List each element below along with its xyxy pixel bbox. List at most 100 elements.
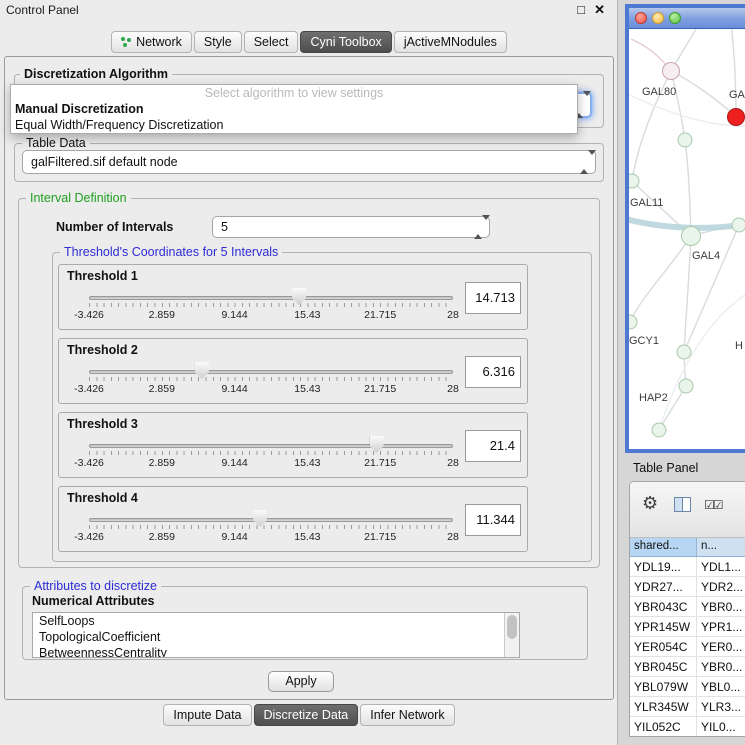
dropdown-placeholder-option[interactable]: Select algorithm to view settings [11, 85, 577, 101]
attribute-list-item[interactable]: BetweennessCentrality [33, 645, 519, 658]
table-row[interactable]: YBL079W YBL0... [630, 677, 745, 697]
tick-label: 21.715 [364, 309, 396, 321]
threshold-panel: Threshold 1 -3.426 2.859 9.144 15.43 21.… [58, 264, 528, 330]
network-window-titlebar[interactable] [629, 8, 745, 29]
tick-label: 28 [447, 309, 459, 321]
checkbox-icons[interactable]: ☑☑ [704, 498, 722, 512]
tick-label: 2.859 [149, 457, 175, 469]
close-icon[interactable]: ✕ [594, 2, 605, 18]
gear-icon[interactable]: ⚙ [642, 494, 658, 512]
tick-label: 2.859 [149, 531, 175, 543]
stepper-icon [474, 217, 483, 237]
attribute-list-item[interactable]: TopologicalCoefficient [33, 629, 519, 645]
number-of-intervals-combobox[interactable]: 5 [212, 216, 490, 238]
tab-label: Select [254, 35, 289, 49]
cell-name: YER0... [697, 637, 745, 656]
scrollbar-thumb[interactable] [507, 615, 517, 639]
column-header-name[interactable]: n... [697, 538, 745, 557]
slider-tick-labels: -3.426 2.859 9.144 15.43 21.715 28 [89, 531, 453, 543]
threshold-value-field[interactable]: 14.713 [465, 282, 521, 314]
table-row[interactable]: YPR145W YPR1... [630, 617, 745, 637]
algorithm-dropdown-popup: Select algorithm to view settings Manual… [10, 84, 578, 134]
tick-label: 9.144 [221, 309, 247, 321]
top-tab[interactable]: jActiveMNodules [394, 31, 507, 53]
tick-label: 15.43 [294, 383, 320, 395]
network-node[interactable] [679, 379, 694, 394]
screen: Control Panel □ ✕ Network Style [0, 0, 745, 745]
network-node[interactable] [681, 226, 701, 246]
bottom-tab[interactable]: Impute Data [163, 704, 251, 726]
threshold-slider[interactable]: -3.426 2.859 9.144 15.43 21.715 28 [89, 413, 453, 479]
threshold-value-field[interactable]: 11.344 [465, 504, 521, 536]
threshold-list: Threshold 1 -3.426 2.859 9.144 15.43 21.… [58, 264, 528, 552]
traffic-light-zoom-icon[interactable] [669, 12, 681, 24]
top-tab[interactable]: Cyni Toolbox [300, 31, 391, 53]
network-node[interactable] [677, 345, 692, 360]
threshold-slider[interactable]: -3.426 2.859 9.144 15.43 21.715 28 [89, 487, 453, 553]
cell-name: YBL0... [697, 677, 745, 696]
traffic-light-minimize-icon[interactable] [652, 12, 664, 24]
column-header-shared-name[interactable]: shared... [630, 538, 697, 557]
slider-track[interactable] [89, 444, 453, 448]
tick-label: 9.144 [221, 457, 247, 469]
slider-tick-labels: -3.426 2.859 9.144 15.43 21.715 28 [89, 309, 453, 321]
cell-name: YLR3... [697, 697, 745, 716]
table-data-label: Table Data [22, 136, 90, 150]
cell-shared-name: YER054C [630, 637, 697, 656]
apply-button[interactable]: Apply [268, 671, 334, 692]
slider-ticks [89, 451, 453, 455]
dropdown-option[interactable]: Equal Width/Frequency Discretization [11, 117, 577, 133]
attribute-list-item[interactable]: SelfLoops [33, 613, 519, 629]
table-row[interactable]: YDL19... YDL1... [630, 557, 745, 577]
cell-name: YDR2... [697, 577, 745, 596]
network-node[interactable] [662, 62, 680, 80]
network-node[interactable] [727, 108, 745, 126]
network-canvas[interactable]: GAL80 GA [629, 29, 745, 448]
threshold-slider[interactable]: -3.426 2.859 9.144 15.43 21.715 28 [89, 339, 453, 405]
tick-label: 21.715 [364, 383, 396, 395]
network-node[interactable] [678, 133, 693, 148]
network-node[interactable] [732, 218, 745, 233]
threshold-panel: Threshold 3 -3.426 2.859 9.144 15.43 21.… [58, 412, 528, 478]
table-row[interactable]: YER054C YER0... [630, 637, 745, 657]
dropdown-option[interactable]: Manual Discretization [11, 101, 577, 117]
network-node-label: H [735, 340, 743, 352]
discretization-algorithm-label: Discretization Algorithm [20, 67, 172, 81]
bottom-tab[interactable]: Infer Network [360, 704, 454, 726]
number-of-intervals-value: 5 [221, 220, 228, 234]
top-tab[interactable]: Network [111, 31, 192, 53]
cell-shared-name: YDL19... [630, 557, 697, 576]
bottom-tab-bar: Impute Data Discretize Data Infer Networ… [0, 704, 618, 726]
network-node[interactable] [652, 423, 667, 438]
list-scrollbar[interactable] [504, 613, 519, 657]
threshold-slider[interactable]: -3.426 2.859 9.144 15.43 21.715 28 [89, 265, 453, 331]
top-tab[interactable]: Style [194, 31, 242, 53]
slider-ticks [89, 303, 453, 307]
table-row[interactable]: YLR345W YLR3... [630, 697, 745, 717]
cell-shared-name: YBR043C [630, 597, 697, 616]
tick-label: 28 [447, 531, 459, 543]
top-tab[interactable]: Select [244, 31, 299, 53]
slider-tick-labels: -3.426 2.859 9.144 15.43 21.715 28 [89, 457, 453, 469]
traffic-light-close-icon[interactable] [635, 12, 647, 24]
columns-icon[interactable] [674, 497, 691, 512]
slider-track[interactable] [89, 518, 453, 522]
threshold-value-field[interactable]: 21.4 [465, 430, 521, 462]
table-data-combobox[interactable]: galFiltered.sif default node [22, 150, 596, 174]
threshold-value-field[interactable]: 6.316 [465, 356, 521, 388]
top-tab-bar: Network Style Select [0, 31, 618, 53]
network-node-label: GAL4 [692, 250, 720, 262]
slider-ticks [89, 377, 453, 381]
table-row[interactable]: YIL052C YIL0... [630, 717, 745, 737]
cell-name: YDL1... [697, 557, 745, 576]
slider-track[interactable] [89, 296, 453, 300]
float-window-icon[interactable]: □ [577, 2, 585, 17]
table-row[interactable]: YDR27... YDR2... [630, 577, 745, 597]
slider-tick-labels: -3.426 2.859 9.144 15.43 21.715 28 [89, 383, 453, 395]
table-row[interactable]: YBR045C YBR0... [630, 657, 745, 677]
table-row[interactable]: YBR043C YBR0... [630, 597, 745, 617]
tick-label: 9.144 [221, 383, 247, 395]
interval-definition-label: Interval Definition [26, 191, 131, 205]
slider-track[interactable] [89, 370, 453, 374]
bottom-tab[interactable]: Discretize Data [254, 704, 359, 726]
